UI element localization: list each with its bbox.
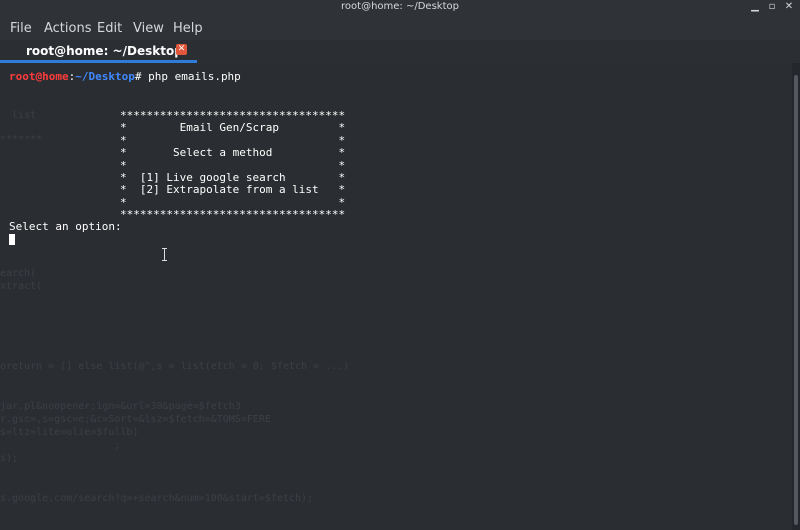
- tab-close-icon[interactable]: ✕: [176, 44, 187, 55]
- background-artifact: s.google.com/search?q=+search&num=100&st…: [0, 493, 314, 504]
- menu-bar: File Actions Edit View Help: [0, 15, 800, 40]
- close-icon[interactable]: ✕: [784, 2, 794, 12]
- menu-file[interactable]: File: [10, 21, 32, 36]
- command-line: root@home:~/Desktop# php emails.php: [9, 70, 241, 83]
- maximize-icon[interactable]: ▫: [767, 2, 777, 12]
- select-option-prompt: Select an option:: [9, 220, 122, 233]
- menu-view[interactable]: View: [133, 21, 164, 36]
- background-artifact: xtract(: [0, 281, 43, 292]
- background-artifact: earch(: [0, 268, 37, 279]
- background-artifact: s=ltz=lite=olie=$fullb): [0, 427, 139, 438]
- background-artifact: s);: [0, 453, 19, 464]
- window-title: root@home: ~/Desktop: [341, 1, 459, 12]
- terminal-tab[interactable]: root@home: ~/Desktop ✕: [0, 40, 197, 63]
- menu-actions[interactable]: Actions: [44, 21, 92, 36]
- menu-help[interactable]: Help: [173, 21, 203, 36]
- background-artifact: r.gsc=,s=gsc=e;&c=Sort=&lsz=$fetch=&TOMS…: [0, 414, 271, 425]
- banner-line: * Email Gen/Scrap *: [120, 121, 346, 135]
- banner-line: * [2] Extrapolate from a list *: [120, 183, 346, 197]
- ibeam-pointer-icon: [162, 248, 168, 261]
- menu-banner: ********************************** * Emai…: [120, 109, 346, 222]
- terminal-area[interactable]: list ******* earch( xtract( oreturn = []…: [0, 63, 800, 530]
- minimize-icon[interactable]: ▁: [750, 2, 760, 12]
- background-artifact: *******: [0, 134, 43, 145]
- background-artifact: jar.pl&noopener;ign=&url=30&page=$fetch3: [0, 401, 241, 412]
- tab-bar: root@home: ~/Desktop ✕: [0, 40, 800, 63]
- scrollbar[interactable]: [792, 63, 800, 530]
- background-artifact: ;: [0, 440, 121, 451]
- window-titlebar: root@home: ~/Desktop ▁ ▫ ✕: [0, 0, 800, 15]
- background-artifact: list: [0, 110, 55, 121]
- text-cursor-icon: [9, 234, 15, 245]
- prompt-path: ~/Desktop: [75, 70, 135, 83]
- tab-label: root@home: ~/Desktop: [26, 44, 183, 58]
- banner-line: * Select a method *: [120, 146, 346, 160]
- scrollbar-thumb[interactable]: [794, 75, 798, 525]
- command-text: php emails.php: [141, 70, 241, 83]
- banner-line: **********************************: [120, 208, 346, 222]
- prompt-user: root@home: [9, 70, 69, 83]
- background-artifact: oreturn = [] else list(@^,s = list(etch …: [0, 361, 350, 372]
- menu-edit[interactable]: Edit: [97, 21, 122, 36]
